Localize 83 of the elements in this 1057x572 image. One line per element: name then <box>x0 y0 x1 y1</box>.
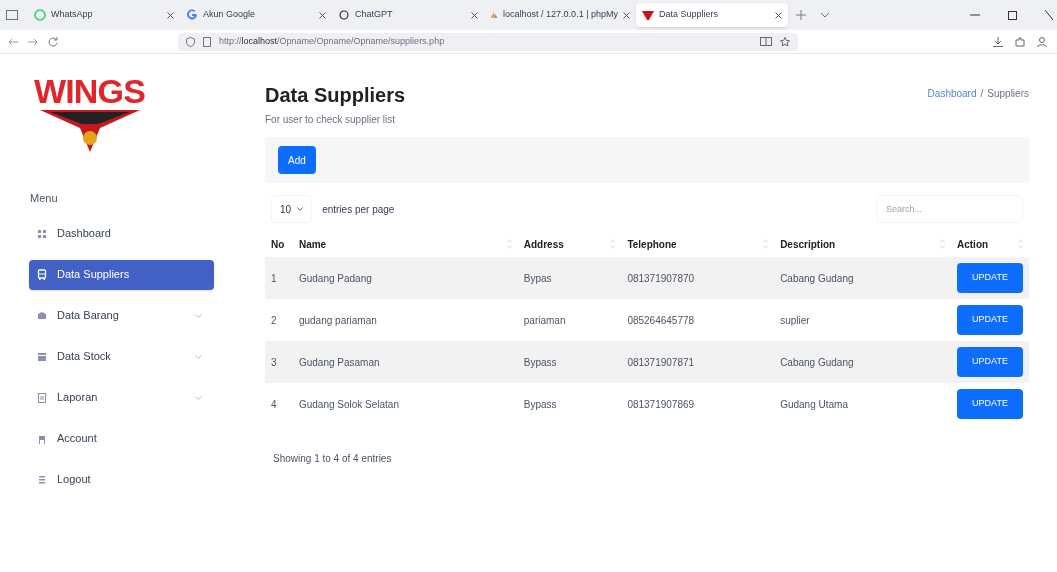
address-bar[interactable]: http://localhost/Opname/Opname/Opname/suppliers.php <box>178 32 798 51</box>
tab-close-icon[interactable] <box>167 11 174 19</box>
stack-icon <box>37 350 47 363</box>
reload-icon[interactable] <box>48 36 58 47</box>
column-header[interactable]: Description <box>780 236 836 252</box>
page-icon <box>203 36 211 47</box>
column-header[interactable]: Address <box>523 236 564 252</box>
forward-icon[interactable] <box>28 37 38 46</box>
column-header[interactable]: Action <box>957 236 989 252</box>
new-tab-icon[interactable] <box>796 10 806 20</box>
grid-icon <box>37 227 47 240</box>
table-cell: 081371907870 <box>627 272 695 284</box>
caret-icon <box>297 207 304 211</box>
column-header: No <box>271 237 285 252</box>
breadcrumb-separator: / <box>980 87 984 101</box>
table-cell: gudang pariaman <box>298 314 377 326</box>
browser-tab[interactable]: localhost / 127.0.0.1 | phpMy <box>484 3 636 27</box>
table-cell: Gudang Solok Selatan <box>298 398 399 410</box>
breadcrumb-link[interactable]: Dashboard <box>927 86 977 101</box>
table-cell: 2 <box>271 314 277 326</box>
browser-tab[interactable]: WhatsApp <box>28 3 180 27</box>
bookmark-star-icon[interactable] <box>780 36 790 47</box>
table-cell: 3 <box>271 356 277 368</box>
column-header[interactable]: Name <box>298 236 327 252</box>
table-cell: 085264645778 <box>627 314 695 326</box>
table-cell: 1 <box>271 272 277 284</box>
menu-heading: Menu <box>30 191 59 206</box>
column-header[interactable]: Telephone <box>627 236 677 252</box>
shield-icon <box>186 36 195 47</box>
table-cell: Gudang Utama <box>780 398 848 410</box>
update-button[interactable]: UPDATE <box>957 305 1023 335</box>
browser-tab[interactable]: Akun Google <box>180 3 332 27</box>
table-cell: pariaman <box>523 314 566 326</box>
wings-emblem-icon <box>39 108 140 152</box>
table-cell: 081371907869 <box>627 398 695 410</box>
maximize-icon[interactable] <box>1008 10 1017 20</box>
sidebar-item[interactable]: Dashboard <box>29 218 214 249</box>
table-cell: Cabang Gudang <box>780 272 854 284</box>
page-title: Data Suppliers <box>265 83 406 108</box>
tab-list-icon[interactable] <box>820 12 830 18</box>
per-page-dropdown[interactable]: 10 <box>271 195 313 223</box>
box-icon <box>37 309 47 322</box>
page-subtitle: For user to check supplier list <box>265 113 397 127</box>
google-icon <box>186 9 198 21</box>
reader-view-icon[interactable] <box>760 37 772 46</box>
add-button[interactable]: Add <box>278 146 316 174</box>
table-cell: 4 <box>271 398 277 410</box>
search-field[interactable]: Search... <box>877 195 1023 223</box>
url-text: http://localhost/Opname/Opname/Opname/suppliers.php <box>219 34 445 48</box>
download-icon[interactable] <box>993 36 1003 47</box>
table-cell: Bypass <box>523 398 557 410</box>
sidebar-item[interactable]: Data Stock <box>29 341 214 372</box>
update-button[interactable]: UPDATE <box>957 389 1023 419</box>
list-icon <box>37 473 47 486</box>
sidebar-item[interactable]: Laporan <box>29 382 214 413</box>
browser-tab[interactable]: ChatGPT <box>332 3 484 27</box>
table-cell: 081371907871 <box>627 356 695 368</box>
tab-close-icon[interactable] <box>775 11 782 19</box>
back-icon[interactable] <box>8 37 18 46</box>
per-page-label: entries per page <box>322 202 395 217</box>
bus-icon <box>37 268 47 281</box>
table-cell: Bypass <box>523 356 557 368</box>
table-cell: suplier <box>780 314 810 326</box>
sidebar-item[interactable]: Data Suppliers <box>29 259 214 290</box>
table-cell: Gudang Padang <box>298 272 372 284</box>
sidebar-item[interactable]: Account <box>29 423 214 454</box>
tab-close-icon[interactable] <box>623 11 630 19</box>
table-cell: Gudang Pasaman <box>298 356 380 368</box>
tab-actions-icon[interactable] <box>6 10 18 20</box>
breadcrumb-current: Suppliers <box>987 87 1029 101</box>
update-button[interactable]: UPDATE <box>957 347 1023 377</box>
tab-close-icon[interactable] <box>319 11 326 19</box>
tab-close-icon[interactable] <box>471 11 478 19</box>
browser-tab[interactable]: Data Suppliers <box>636 3 788 27</box>
table-cell: Bypas <box>523 272 552 284</box>
account-icon[interactable] <box>1037 36 1047 47</box>
table-cell: Cabang Gudang <box>780 356 854 368</box>
document-icon <box>37 391 47 404</box>
sidebar-item[interactable]: Data Barang <box>29 300 214 331</box>
entries-info: Showing 1 to 4 of 4 entries <box>273 452 393 466</box>
update-button[interactable]: UPDATE <box>957 263 1023 293</box>
logo-text: WINGS <box>34 74 145 108</box>
sidebar-item[interactable]: Logout <box>29 464 214 495</box>
